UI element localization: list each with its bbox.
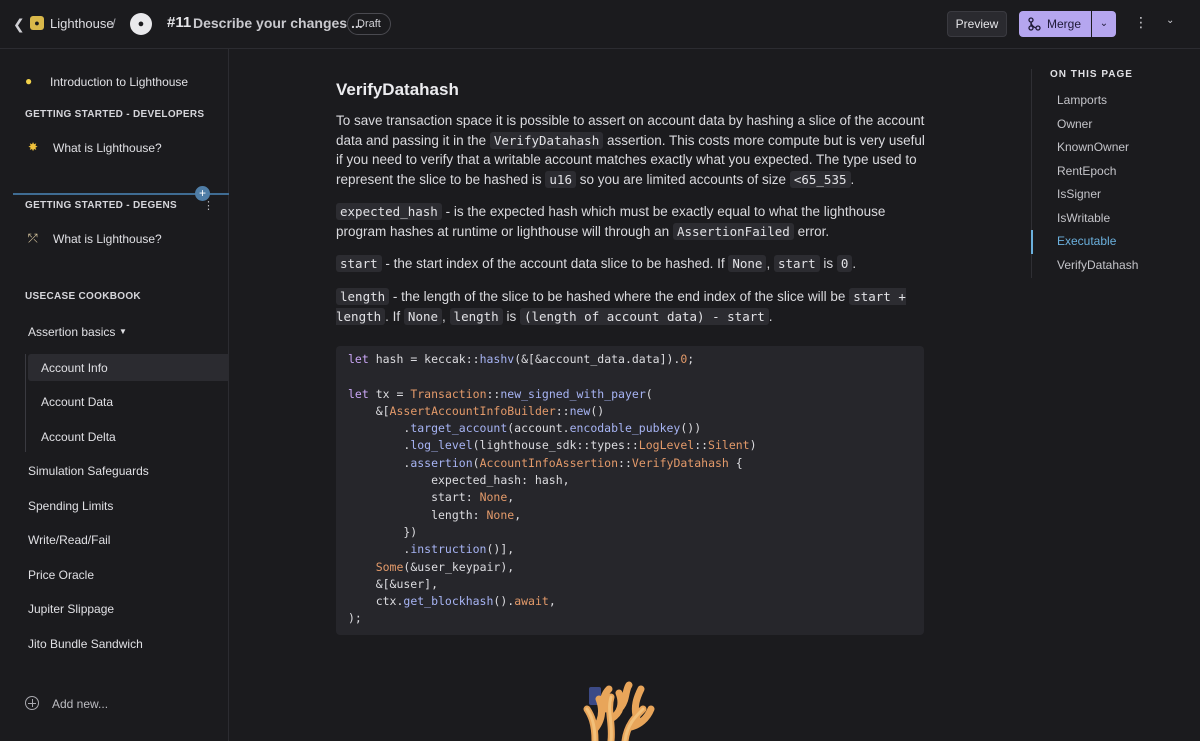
inline-code: VerifyDatahash — [489, 131, 604, 149]
toc-item-owner[interactable]: Owner — [1057, 117, 1092, 131]
top-bar: ❮ ● Lighthouse / ● #11 Describe your cha… — [0, 0, 1200, 49]
sidebar-item-account-delta[interactable]: Account Delta — [41, 430, 116, 444]
toc-title: ON THIS PAGE — [1050, 69, 1133, 80]
lightbulb-icon: ● — [25, 74, 33, 88]
inline-code: length — [336, 288, 390, 305]
caret-down-icon[interactable]: ▼ — [119, 327, 127, 336]
paragraph-intro: To save transaction space it is possible… — [336, 113, 925, 188]
table-of-contents: ON THIS PAGE Lamports Owner KnownOwner R… — [1030, 49, 1200, 741]
space-icon: ● — [30, 16, 44, 30]
sun-icon: ✸ — [28, 140, 39, 154]
inline-code: AssertionFailed — [672, 222, 794, 240]
sidebar-item-simulation-safeguards[interactable]: Simulation Safeguards — [28, 464, 149, 478]
chevron-down-icon[interactable]: ⌄ — [1166, 15, 1174, 26]
toc-item-iswritable[interactable]: IsWritable — [1057, 211, 1110, 225]
inline-code: (length of account data) - start — [519, 307, 769, 325]
broom-icon: ⤱ — [28, 231, 38, 245]
section-getting-started-developers: GETTING STARTED - DEVELOPERS — [25, 109, 205, 120]
inline-code: 0 — [836, 255, 853, 272]
code-block[interactable]: let hash = keccak::hashv(&[&account_data… — [336, 346, 924, 635]
space-name-link[interactable]: Lighthouse — [50, 16, 114, 31]
toc-item-rentepoch[interactable]: RentEpoch — [1057, 164, 1116, 178]
merge-label: Merge — [1047, 17, 1082, 31]
section-usecase-cookbook: USECASE COOKBOOK — [25, 291, 141, 302]
inline-code: u16 — [545, 170, 576, 188]
inline-code: <65_535 — [789, 170, 851, 188]
add-new-icon[interactable] — [25, 696, 39, 710]
sidebar-item-spending-limits[interactable]: Spending Limits — [28, 499, 113, 513]
sidebar: ● Introduction to Lighthouse GETTING STA… — [0, 49, 229, 741]
chevron-left-icon[interactable]: ❮ — [13, 16, 25, 32]
paragraph-start: start - the start index of the account d… — [336, 254, 926, 274]
merge-button[interactable]: Merge — [1019, 11, 1091, 37]
more-options-icon[interactable]: ⋮ — [1134, 14, 1148, 31]
sidebar-item-what-is-lighthouse-degens[interactable]: What is Lighthouse? — [53, 232, 162, 246]
sidebar-item-price-oracle[interactable]: Price Oracle — [28, 568, 94, 582]
inline-code: start — [773, 255, 820, 272]
toc-item-knownowner[interactable]: KnownOwner — [1057, 140, 1129, 154]
toc-item-lamports[interactable]: Lamports — [1057, 93, 1107, 107]
pr-title[interactable]: Describe your changes ... — [193, 15, 363, 31]
toc-item-issigner[interactable]: IsSigner — [1057, 187, 1101, 201]
inline-code: length — [449, 307, 503, 325]
add-new-button[interactable]: Add new... — [52, 697, 108, 711]
toc-item-verifydatahash[interactable]: VerifyDatahash — [1057, 258, 1138, 272]
coral-illustration — [583, 681, 655, 741]
inline-code: None — [403, 307, 443, 325]
sidebar-item-account-data[interactable]: Account Data — [41, 395, 113, 409]
inline-code: expected_hash — [336, 203, 442, 220]
sidebar-item-jito-bundle-sandwich[interactable]: Jito Bundle Sandwich — [28, 637, 143, 651]
section-getting-started-degens: GETTING STARTED - DEGENS — [25, 200, 178, 211]
paragraph-length: length - the length of the slice to be h… — [336, 288, 906, 325]
section-options-icon[interactable]: ⋮ — [203, 199, 214, 212]
inline-code: None — [728, 255, 767, 272]
toc-item-executable[interactable]: Executable — [1057, 234, 1116, 248]
pr-number: #11 — [167, 14, 192, 31]
toc-active-indicator — [1031, 230, 1033, 254]
sidebar-item-what-is-lighthouse-devs[interactable]: What is Lighthouse? — [53, 141, 162, 155]
sidebar-item-assertion-basics[interactable]: Assertion basics — [28, 325, 115, 339]
sidebar-item-jupiter-slippage[interactable]: Jupiter Slippage — [28, 602, 114, 616]
draft-badge: Draft — [347, 13, 391, 35]
merge-options-button[interactable]: ⌄ — [1092, 11, 1116, 37]
inline-code: start — [336, 255, 382, 272]
main-content: VerifyDatahash To save transaction space… — [229, 49, 1029, 741]
avatar[interactable]: ● — [130, 13, 152, 35]
merge-icon — [1028, 17, 1041, 31]
preview-button[interactable]: Preview — [947, 11, 1007, 37]
sidebar-item-introduction[interactable]: Introduction to Lighthouse — [50, 75, 188, 89]
page-heading: VerifyDatahash — [336, 80, 459, 99]
sidebar-item-account-info[interactable]: Account Info — [41, 361, 108, 375]
paragraph-expected-hash: expected_hash - is the expected hash whi… — [336, 203, 886, 240]
tree-line — [25, 354, 26, 452]
breadcrumb-separator: / — [112, 16, 116, 31]
sidebar-item-write-read-fail[interactable]: Write/Read/Fail — [28, 533, 110, 547]
